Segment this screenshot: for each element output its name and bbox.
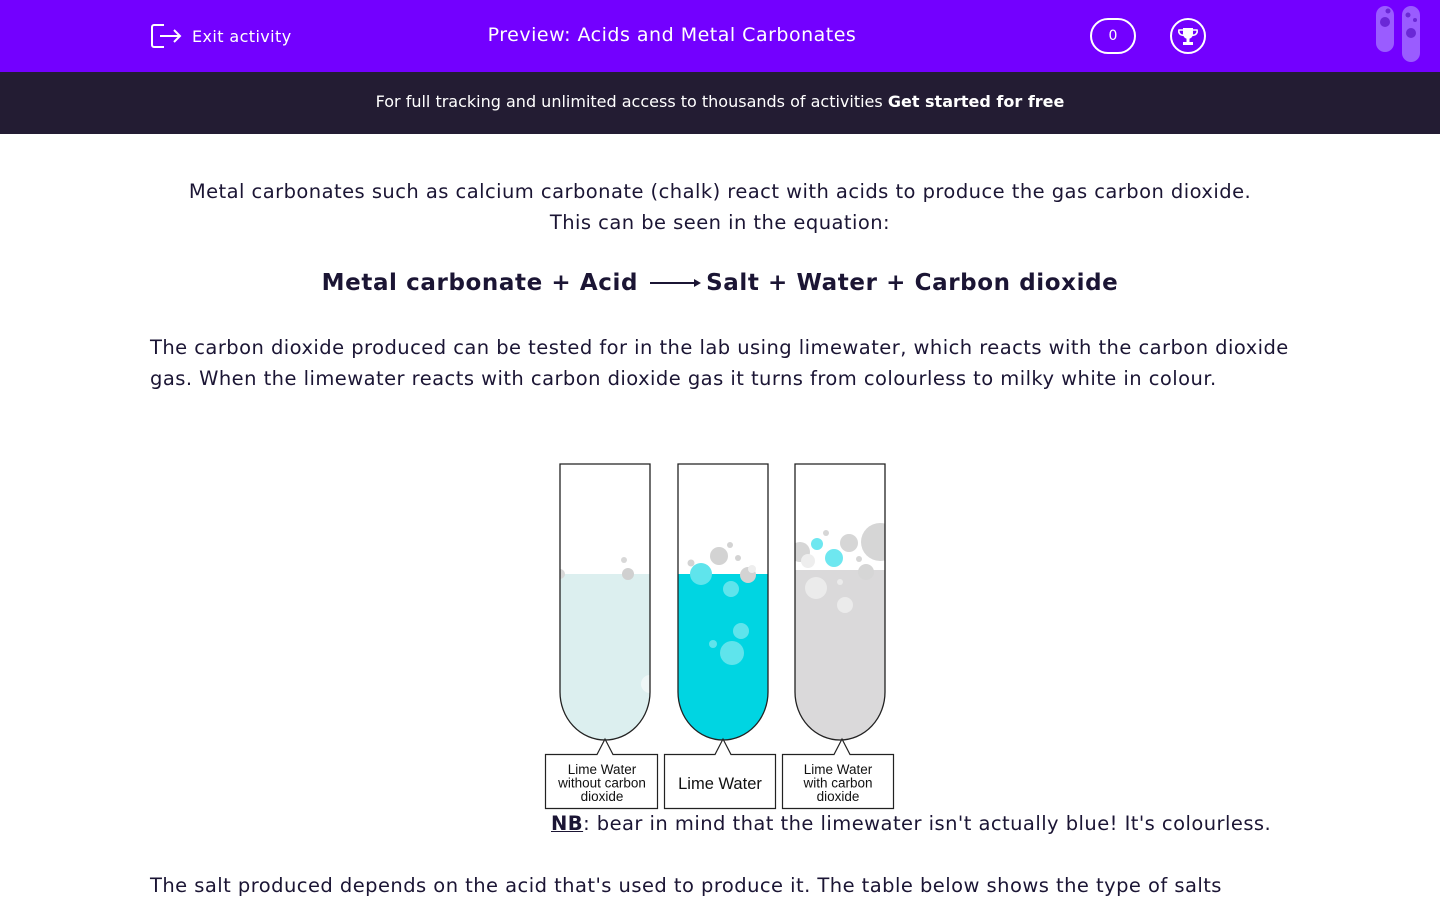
- tube1-label-line3: dioxide: [581, 789, 624, 804]
- equation-products: Salt + Water + Carbon dioxide: [706, 270, 1119, 296]
- tube-without-co2: [559, 463, 651, 741]
- label-box-2: [663, 737, 777, 810]
- top-bar: Exit activity Preview: Acids and Metal C…: [0, 0, 1440, 72]
- equation-reactants: Metal carbonate + Acid: [321, 270, 639, 296]
- intro-text: Metal carbonates such as calcium carbona…: [150, 176, 1290, 238]
- score-badge: 0: [1090, 18, 1136, 54]
- trophy-icon: [1178, 28, 1198, 45]
- nb-label: NB: [551, 812, 584, 835]
- tube-limewater: [677, 463, 769, 741]
- banner-text: For full tracking and unlimited access t…: [375, 92, 888, 111]
- nb-text: : bear in mind that the limewater isn't …: [583, 812, 1272, 835]
- tube-with-co2: [794, 463, 886, 741]
- get-started-link[interactable]: Get started for free: [888, 92, 1065, 111]
- lesson-content: Metal carbonates such as calcium carbona…: [150, 176, 1290, 394]
- tube3-label-line3: dioxide: [817, 789, 860, 804]
- limewater-paragraph: The carbon dioxide produced can be teste…: [150, 336, 1289, 390]
- salt-paragraph: The salt produced depends on the acid th…: [150, 874, 1222, 897]
- tube2-label: Lime Water: [678, 775, 762, 793]
- intro-line-2: This can be seen in the equation:: [549, 211, 891, 234]
- reaction-arrow-icon: [650, 279, 702, 287]
- word-equation: Metal carbonate + Acid Salt + Water + Ca…: [150, 270, 1290, 296]
- trophy-button[interactable]: [1170, 18, 1206, 54]
- limewater-test-tubes-figure: Lime Water without carbon dioxide Lime W…: [544, 463, 895, 810]
- intro-line-1: Metal carbonates such as calcium carbona…: [188, 180, 1252, 203]
- page-title: Preview: Acids and Metal Carbonates: [487, 24, 857, 46]
- nb-note: NB: bear in mind that the limewater isn'…: [551, 812, 1271, 835]
- signup-banner: For full tracking and unlimited access t…: [0, 72, 1440, 134]
- logo-icon: [1376, 6, 1420, 62]
